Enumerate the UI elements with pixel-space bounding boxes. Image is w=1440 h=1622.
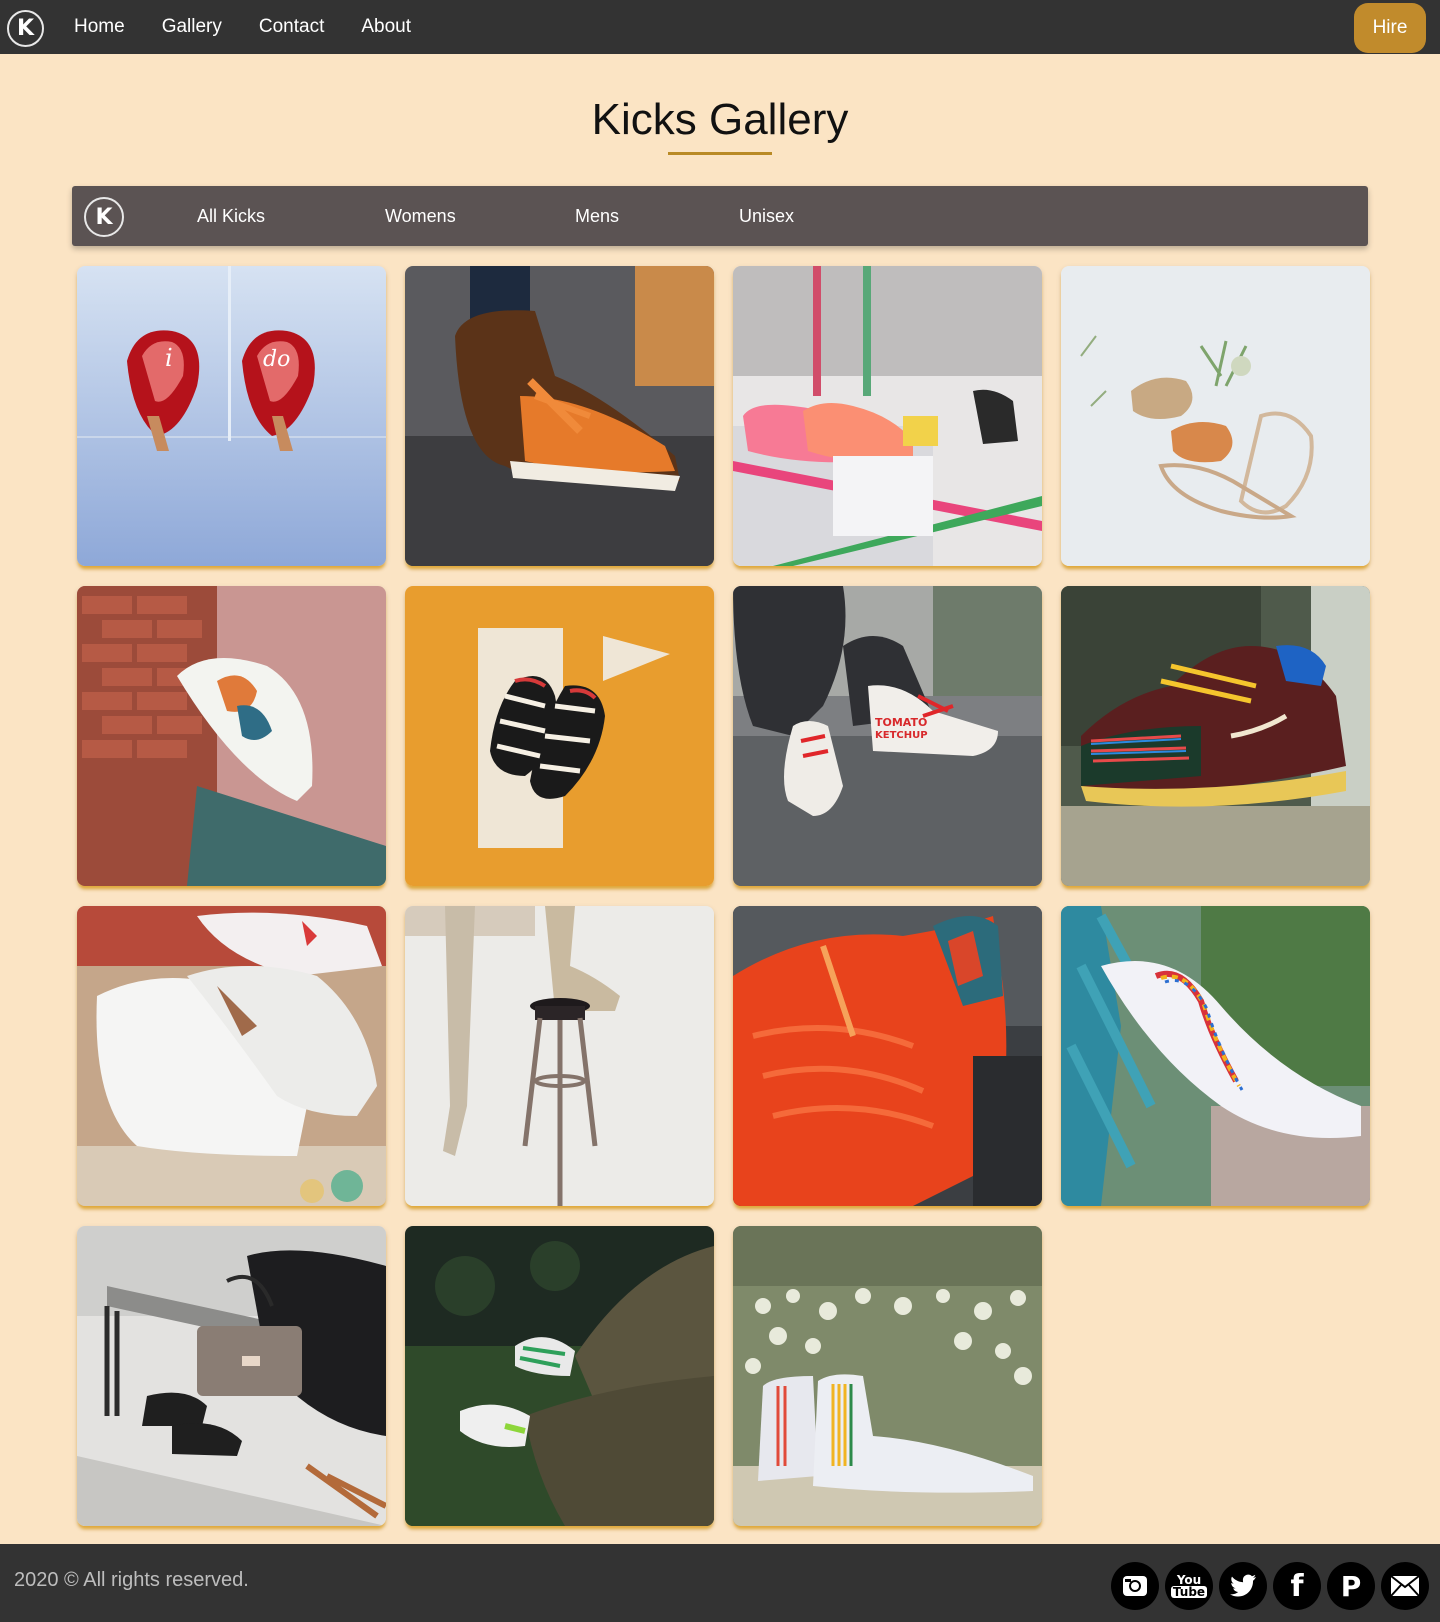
sneaker-brick-wall-image: [77, 586, 386, 886]
pinterest-icon[interactable]: P: [1327, 1562, 1375, 1610]
instagram-icon[interactable]: [1111, 1562, 1159, 1610]
nav-link-home[interactable]: Home: [74, 16, 125, 38]
twitter-icon[interactable]: [1219, 1562, 1267, 1610]
youtube-icon[interactable]: You Tube: [1165, 1562, 1213, 1610]
custom-white-sneakers-image: [77, 906, 386, 1206]
filter-bar: K All Kicks Womens Mens Unisex: [72, 186, 1368, 246]
gallery-item-zebra-sneakers[interactable]: [405, 586, 714, 886]
svg-text:TOMATO: TOMATO: [875, 716, 927, 729]
facebook-icon[interactable]: f: [1273, 1562, 1321, 1610]
main-nav: Home Gallery Contact About: [74, 0, 448, 54]
filter-logo[interactable]: K: [84, 197, 124, 237]
page-title-wrap: Kicks Gallery: [0, 92, 1440, 148]
boots-on-stool-image: [405, 906, 714, 1206]
nav-link-gallery[interactable]: Gallery: [162, 16, 222, 38]
mail-icon[interactable]: [1381, 1562, 1429, 1610]
sandals-flat-lay-image: [1061, 266, 1370, 566]
gallery-item-multicolor-dunk[interactable]: [1061, 586, 1370, 886]
gallery-item-white-high-tops-flowers[interactable]: [733, 1226, 1042, 1526]
pinterest-glyph: P: [1340, 1569, 1362, 1603]
boots-handbag-bench-image: [77, 1226, 386, 1526]
multicolor-dunk-image: [1061, 586, 1370, 886]
page-title: Kicks Gallery: [591, 95, 849, 144]
orange-running-shoe-image: [733, 906, 1042, 1206]
svg-text:i: i: [165, 344, 173, 372]
gallery-item-white-puma[interactable]: [1061, 906, 1370, 1206]
tomato-ketchup-sneakers-image: TOMATO KETCHUP: [733, 586, 1042, 886]
gallery-item-painted-sneakers-box[interactable]: [733, 266, 1042, 566]
nav-link-about[interactable]: About: [361, 16, 411, 38]
facebook-glyph: f: [1290, 1568, 1304, 1604]
filter-tab-unisex[interactable]: Unisex: [739, 186, 794, 246]
social-links: You Tube f P: [1111, 1562, 1435, 1610]
filter-tab-all-kicks[interactable]: All Kicks: [197, 186, 265, 246]
youtube-label-bottom: Tube: [1170, 1585, 1208, 1599]
title-underline: [668, 152, 772, 155]
gallery-item-orange-running-shoe[interactable]: [733, 906, 1042, 1206]
brand-logo-letter: K: [16, 16, 35, 41]
zebra-sneakers-image: [405, 586, 714, 886]
brand-logo[interactable]: K: [7, 10, 44, 47]
copyright-text: 2020 © All rights reserved.: [14, 1569, 249, 1591]
red-heels-image: i do: [77, 266, 386, 566]
gallery-item-red-heels[interactable]: i do: [77, 266, 386, 566]
gallery-item-sneakers-on-grass[interactable]: [405, 1226, 714, 1526]
filter-logo-letter: K: [95, 204, 113, 230]
footer: 2020 © All rights reserved. You Tube f P: [0, 1544, 1440, 1622]
svg-text:do: do: [263, 347, 290, 372]
gallery-item-sneaker-brick-wall[interactable]: [77, 586, 386, 886]
svg-text:KETCHUP: KETCHUP: [875, 730, 928, 741]
brown-orange-high-top-image: [405, 266, 714, 566]
white-puma-image: [1061, 906, 1370, 1206]
gallery-item-boots-on-stool[interactable]: [405, 906, 714, 1206]
white-high-tops-flowers-image: [733, 1226, 1042, 1526]
filter-tab-womens[interactable]: Womens: [385, 186, 456, 246]
gallery-item-tomato-ketchup-sneakers[interactable]: TOMATO KETCHUP: [733, 586, 1042, 886]
gallery-item-custom-white-sneakers[interactable]: [77, 906, 386, 1206]
sneakers-on-grass-image: [405, 1226, 714, 1526]
gallery-item-brown-orange-high-top[interactable]: [405, 266, 714, 566]
filter-tab-mens[interactable]: Mens: [575, 186, 619, 246]
top-navbar: K Home Gallery Contact About Hire: [0, 0, 1440, 54]
painted-sneakers-box-image: [733, 266, 1042, 566]
hire-button[interactable]: Hire: [1354, 3, 1426, 53]
gallery-item-sandals-flat-lay[interactable]: [1061, 266, 1370, 566]
gallery-item-boots-handbag-bench[interactable]: [77, 1226, 386, 1526]
nav-link-contact[interactable]: Contact: [259, 16, 324, 38]
